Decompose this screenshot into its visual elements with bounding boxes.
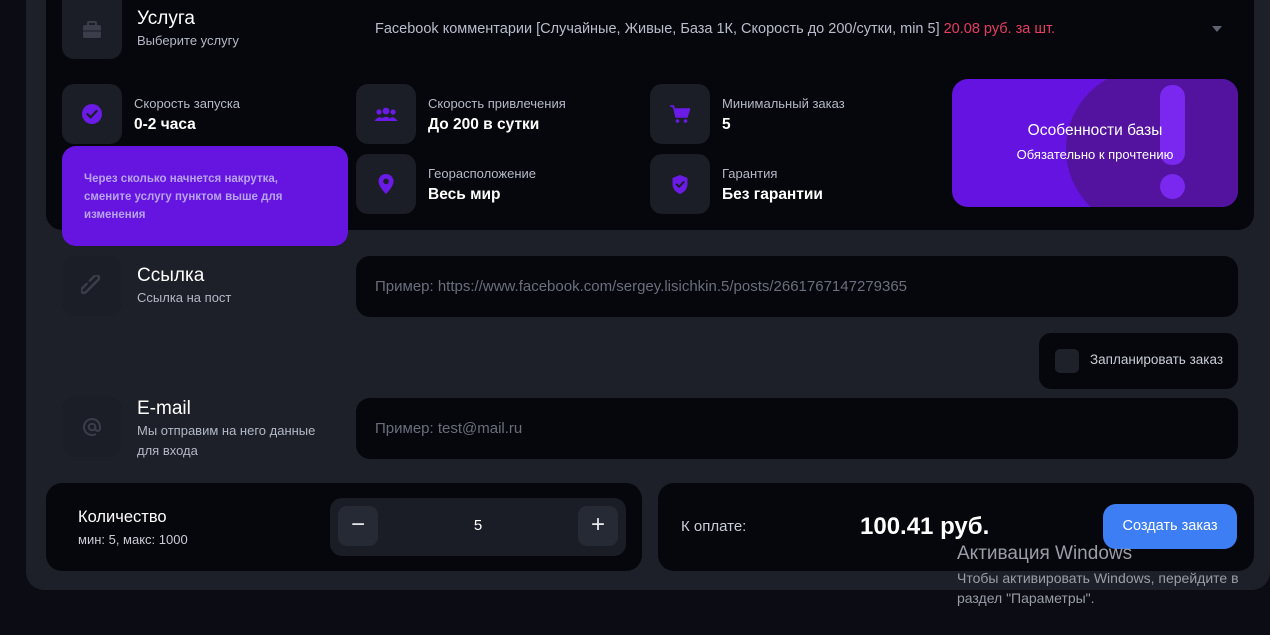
launch-speed-value: 0-2 часа (134, 116, 196, 133)
base-features-card[interactable]: Особенности базы Обязательно к прочтению (952, 79, 1238, 207)
guarantee-label: Гарантия (722, 166, 778, 181)
users-icon (356, 84, 416, 144)
plus-button[interactable]: + (578, 506, 618, 546)
briefcase-icon (62, 0, 122, 59)
schedule-label: Запланировать заказ (1090, 352, 1224, 367)
launch-speed-label: Скорость запуска (134, 96, 241, 111)
at-icon (62, 397, 122, 457)
shield-check-icon (650, 154, 710, 214)
email-title: E-mail (137, 398, 191, 419)
minus-button[interactable]: − (338, 506, 378, 546)
location-pin-icon (356, 154, 416, 214)
email-input[interactable]: Пример: test@mail.ru (356, 398, 1238, 459)
service-subtitle: Выберите услугу (137, 33, 239, 48)
min-order-label: Минимальный заказ (722, 96, 845, 111)
payment-label: К оплате: (681, 518, 747, 535)
geo-label: Георасположение (428, 166, 536, 181)
quantity-limits: мин: 5, макс: 1000 (78, 532, 188, 547)
check-circle-icon (62, 84, 122, 144)
quantity-stepper[interactable]: − 5 + (330, 498, 626, 556)
features-subtitle: Обязательно к прочтению (1016, 147, 1174, 162)
service-selected: Facebook комментарии [Случайные, Живые, … (375, 20, 940, 37)
attraction-speed-value: До 200 в сутки (428, 116, 540, 133)
launch-speed-tooltip: Через сколько начнется накрутка, смените… (62, 146, 348, 246)
service-title: Услуга (137, 8, 195, 29)
quantity-card: Количество мин: 5, макс: 1000 − 5 + (46, 483, 642, 571)
features-title: Особенности базы (1027, 122, 1163, 139)
email-subtitle: Мы отправим на него данные для входа (137, 423, 316, 458)
link-title: Ссылка (137, 265, 205, 286)
geo-value: Весь мир (428, 186, 501, 203)
service-select[interactable]: Facebook комментарии [Случайные, Живые, … (356, 0, 1238, 57)
cart-icon (650, 84, 710, 144)
attraction-speed-label: Скорость привлечения (428, 96, 566, 111)
exclamation-dot (1160, 174, 1185, 199)
min-order-value: 5 (722, 116, 731, 133)
guarantee-value: Без гарантии (722, 186, 823, 203)
link-subtitle: Ссылка на пост (137, 290, 232, 305)
quantity-value[interactable]: 5 (458, 517, 498, 534)
schedule-checkbox[interactable] (1055, 349, 1079, 373)
chevron-down-icon[interactable] (1212, 26, 1222, 32)
watermark-line-2: раздел "Параметры". (957, 590, 1095, 606)
schedule-order-toggle[interactable]: Запланировать заказ (1039, 333, 1238, 389)
watermark-line-1: Чтобы активировать Windows, перейдите в (957, 570, 1239, 586)
card-decoration (1066, 79, 1238, 207)
payment-amount: 100.41 руб. (860, 513, 990, 540)
quantity-title: Количество (78, 508, 167, 526)
link-input[interactable]: Пример: https://www.facebook.com/sergey.… (356, 256, 1238, 317)
windows-activation-watermark: Активация Windows Чтобы активировать Win… (957, 543, 1239, 608)
service-price: 20.08 руб. за шт. (943, 20, 1056, 37)
watermark-title: Активация Windows (957, 543, 1133, 564)
link-icon (62, 256, 122, 316)
